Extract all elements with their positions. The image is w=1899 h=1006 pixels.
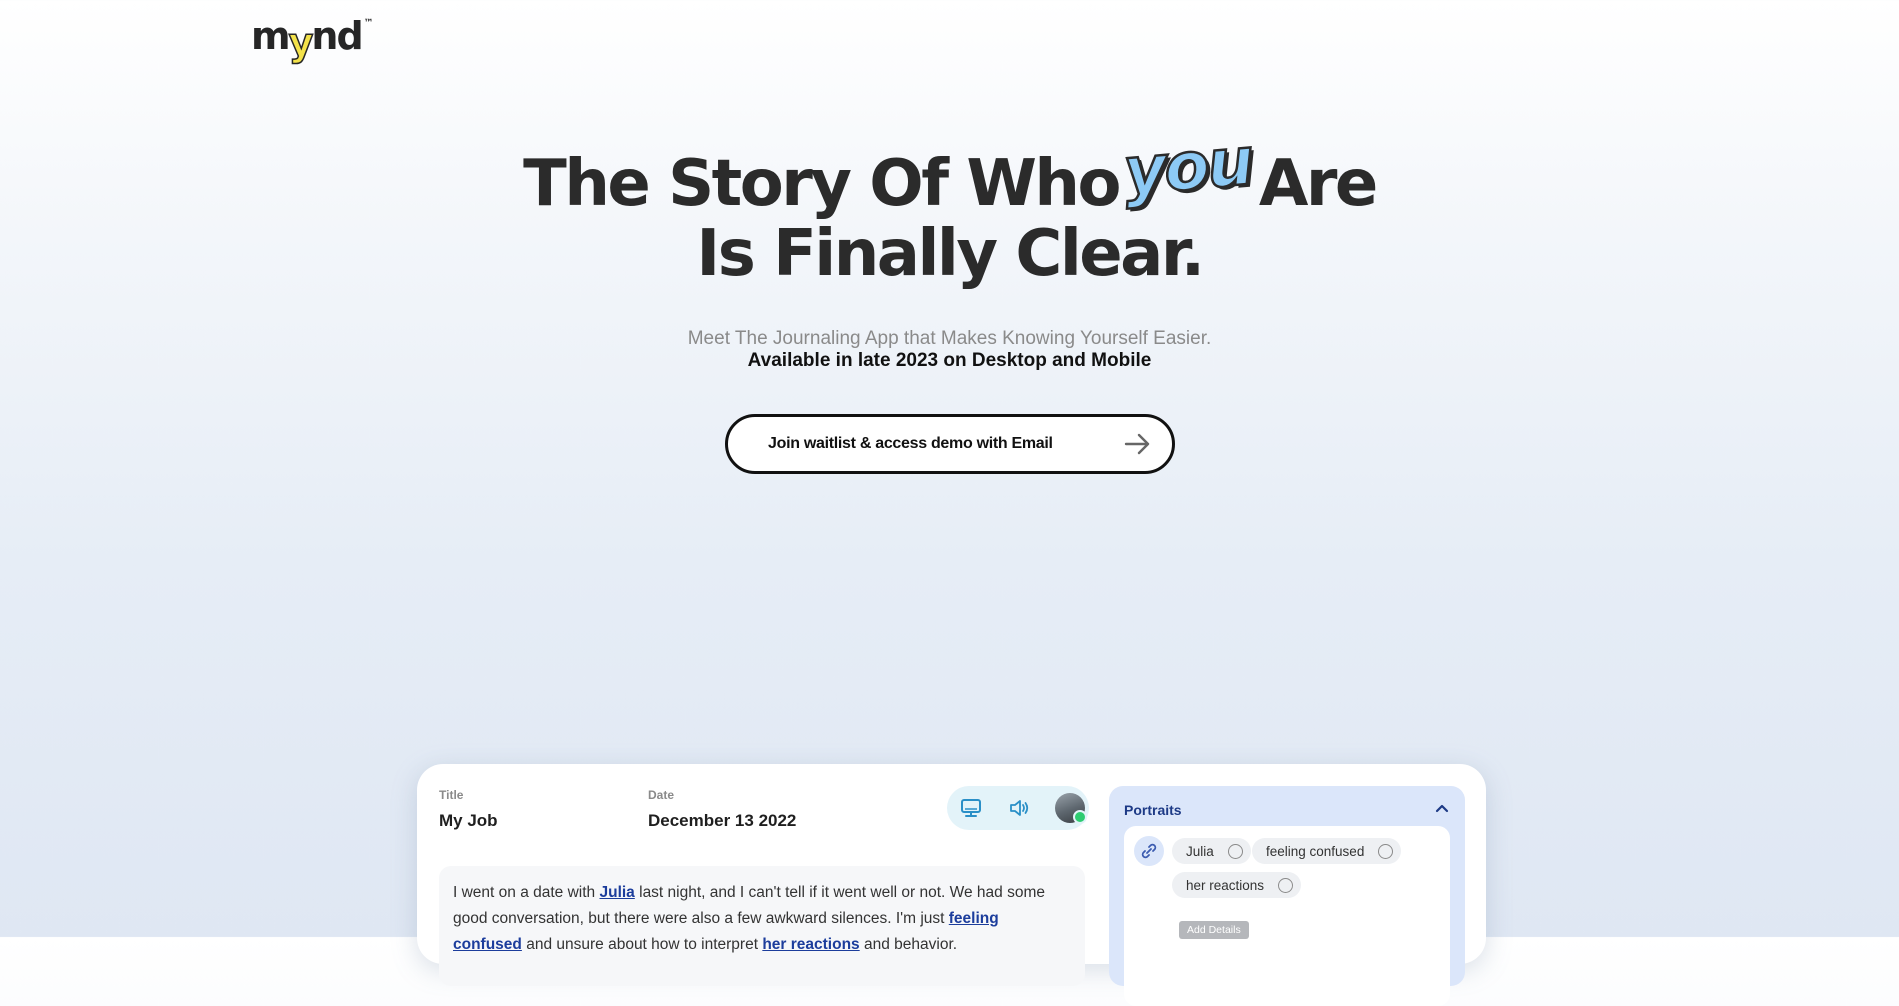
title-field-label: Title	[439, 788, 464, 802]
hero-title-part1: The Story Of Who	[523, 147, 1121, 221]
hero-subtitle: Meet The Journaling App that Makes Knowi…	[687, 328, 1212, 349]
radio-circle-icon[interactable]	[1227, 843, 1243, 859]
portrait-chip-her-reactions[interactable]: her reactions	[1172, 872, 1302, 898]
radio-circle-icon[interactable]	[1278, 877, 1294, 893]
arrow-right-icon	[1124, 432, 1152, 456]
title-field-value[interactable]: My Job	[439, 811, 498, 831]
chip-label: Julia	[1186, 843, 1214, 859]
chip-label: her reactions	[1186, 877, 1265, 893]
portrait-chip-julia[interactable]: Julia	[1172, 838, 1251, 864]
journal-text-segment: and unsure about how to interpret	[521, 936, 763, 953]
journal-text-segment: I went on a date with	[453, 884, 600, 901]
chip-label: feeling confused	[1266, 843, 1365, 859]
availability-text: Available in late 2023 on Desktop and Mo…	[747, 350, 1152, 371]
portraits-content: Julia feeling confused her reactions Add…	[1124, 826, 1450, 1006]
chevron-up-icon[interactable]	[1433, 800, 1451, 818]
hero-title-highlight: you	[1119, 121, 1256, 211]
hero-title-part2: Are	[1258, 147, 1379, 221]
portraits-title: Portraits	[1124, 802, 1182, 818]
portraits-panel: Portraits Julia feeling confused her rea…	[1109, 786, 1465, 1006]
highlight-her-reactions[interactable]: her reactions	[762, 936, 859, 953]
hero-title: The Story Of WhoyouAre Is Finally Clear.	[0, 121, 1899, 291]
entry-toolbar	[947, 786, 1089, 830]
date-field-value[interactable]: December 13 2022	[648, 811, 796, 831]
logo-text-m: m	[251, 14, 291, 58]
date-field-label: Date	[648, 788, 675, 802]
logo-text-y: y	[288, 19, 314, 65]
avatar[interactable]	[1055, 793, 1087, 824]
journal-text-segment: and behavior.	[859, 936, 958, 953]
hero-title-line2: Is Finally Clear.	[696, 217, 1205, 291]
journal-entry-text[interactable]: I went on a date with Julia last night, …	[439, 866, 1085, 986]
radio-circle-icon[interactable]	[1378, 843, 1394, 859]
trademark-symbol: ™	[363, 18, 374, 29]
portrait-chip-feeling-confused[interactable]: feeling confused	[1252, 838, 1402, 864]
monitor-icon[interactable]	[959, 796, 983, 820]
link-icon[interactable]	[1134, 836, 1164, 866]
app-demo-card: Title My Job Date December 13 2022 I wen…	[417, 764, 1486, 1006]
online-status-dot	[1073, 810, 1087, 824]
join-waitlist-label: Join waitlist & access demo with Email	[768, 435, 1053, 452]
speaker-icon[interactable]	[1007, 796, 1031, 820]
highlight-julia[interactable]: Julia	[599, 884, 634, 901]
logo-text-nd: nd	[311, 14, 363, 58]
join-waitlist-button[interactable]: Join waitlist & access demo with Email	[725, 414, 1175, 474]
mynd-logo[interactable]: mynd ™	[251, 14, 374, 66]
add-details-button[interactable]: Add Details	[1179, 921, 1249, 939]
